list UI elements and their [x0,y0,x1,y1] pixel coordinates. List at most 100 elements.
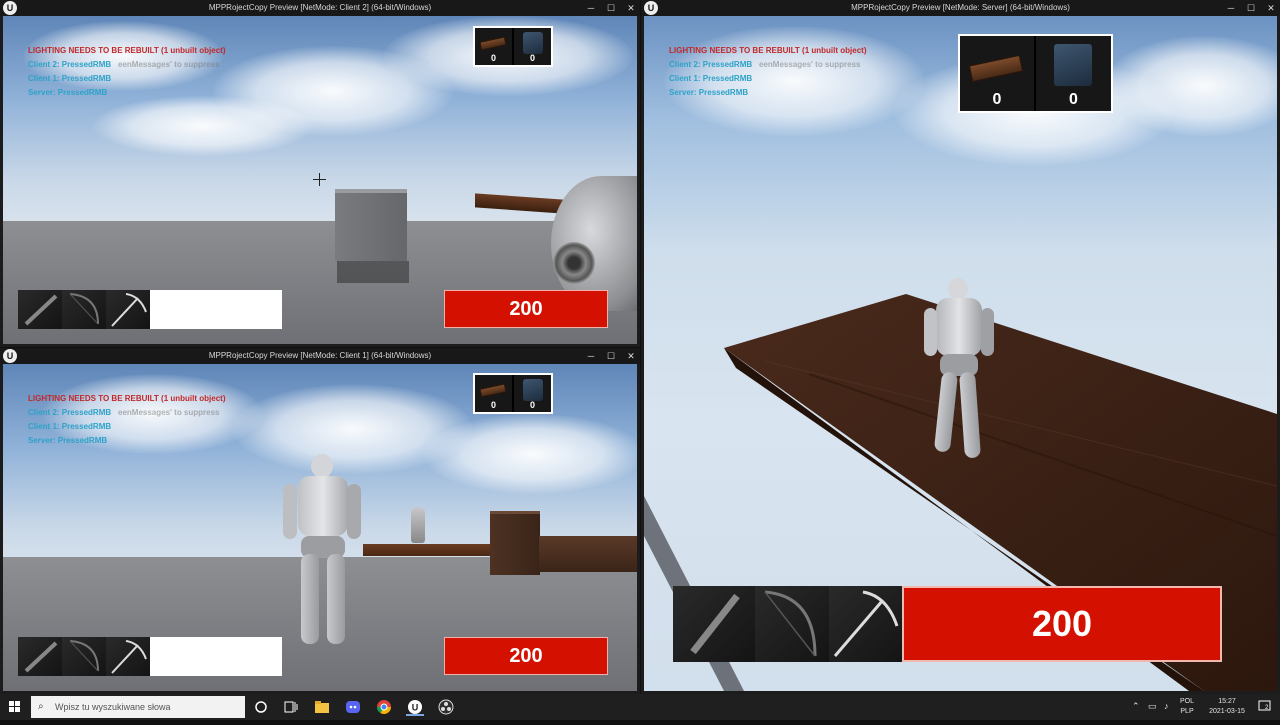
file-explorer-icon[interactable] [313,698,331,716]
inventory-slot-wood[interactable]: 0 [475,28,512,65]
stone-icon [1054,44,1092,86]
cortana-icon[interactable] [252,698,270,716]
network-icon[interactable]: ▭ [1148,701,1157,712]
plank-icon [479,36,507,51]
notification-center-button[interactable]: 2 [1258,700,1272,713]
plank-icon [479,383,507,398]
inventory-slot-stone[interactable]: 0 [514,375,551,412]
gray-cube [335,189,407,261]
sword-icon [690,593,740,655]
debug-line-client1: Client 1: PressedRMB [28,74,112,83]
server-titlebar[interactable]: U MPPRojectCopy Preview [NetMode: Server… [641,0,1280,16]
unreal-engine-icon: U [3,349,17,363]
chevron-up-icon[interactable]: ⌃ [1132,701,1140,712]
hotbar-slot-bow[interactable] [62,637,106,676]
volume-icon[interactable]: ♪ [1164,701,1169,711]
sword-icon [24,641,58,673]
svg-text:U: U [412,703,419,713]
hotbar-slot-bow[interactable] [755,586,829,662]
debug-messages: LIGHTING NEEDS TO BE REBUILT (1 unbuilt … [669,44,866,100]
hotbar-slot-pickaxe[interactable] [829,586,903,662]
debug-messages: LIGHTING NEEDS TO BE REBUILT (1 unbuilt … [28,392,225,448]
discord-icon[interactable] [344,698,362,716]
client1-window: U MPPRojectCopy Preview [NetMode: Client… [0,348,640,694]
maximize-button[interactable]: ☐ [606,348,616,364]
sword-icon [24,294,58,326]
server-viewport[interactable]: LIGHTING NEEDS TO BE REBUILT (1 unbuilt … [644,16,1277,691]
plank-icon [968,54,1024,83]
hotbar-slot-pickaxe[interactable] [106,637,150,676]
search-placeholder: Wpisz tu wyszukiwane słowa [55,702,171,712]
health-bar: 200 [902,586,1222,662]
inventory-slot-stone[interactable]: 0 [1036,36,1111,111]
hotbar-slot-bow[interactable] [62,290,106,329]
windows-taskbar: ⌕ Wpisz tu wyszukiwane słowa U ⌃ ▭ ♪ POL… [0,694,1280,720]
character-eye [553,242,595,284]
task-view-icon[interactable] [282,698,300,716]
clock-time: 15:27 [1218,698,1236,705]
language-indicator[interactable]: POL PLP [1180,697,1194,717]
window-title: MPPRojectCopy Preview [NetMode: Server] … [851,3,1070,12]
weapon-hotbar [18,637,282,676]
stone-count: 0 [1069,91,1078,108]
client2-titlebar[interactable]: U MPPRojectCopy Preview [NetMode: Client… [0,0,640,16]
stone-icon [523,32,543,54]
hotbar-slot-pickaxe[interactable] [106,290,150,329]
inventory-slot-wood[interactable]: 0 [475,375,512,412]
stone-count: 0 [529,53,535,63]
close-button[interactable]: ✕ [626,0,636,16]
obs-icon[interactable] [437,698,455,716]
windows-start-icon [9,701,20,712]
inventory-panel: 0 0 [958,34,1113,113]
wood-count: 0 [490,400,496,410]
cloud [93,96,313,156]
clock-date: 2021-03-15 [1209,708,1245,715]
pickaxe-icon [833,590,899,657]
client1-titlebar[interactable]: U MPPRojectCopy Preview [NetMode: Client… [0,348,640,364]
weapon-hotbar [18,290,282,329]
client1-viewport[interactable]: LIGHTING NEEDS TO BE REBUILT (1 unbuilt … [3,364,637,691]
system-tray: ⌃ ▭ ♪ POL PLP 15:27 2021-03-15 2 [1128,694,1280,720]
bow-icon [764,590,817,657]
player-character [283,454,363,654]
hotbar-empty-area [150,290,282,329]
inventory-slot-stone[interactable]: 0 [514,28,551,65]
unreal-engine-icon[interactable]: U [406,698,424,716]
stone-icon [523,379,543,401]
lighting-warning: LIGHTING NEEDS TO BE REBUILT (1 unbuilt … [669,46,867,55]
debug-line-client2: Client 2: PressedRMB [28,408,112,417]
maximize-button[interactable]: ☐ [1246,0,1256,16]
clock[interactable]: 15:27 2021-03-15 [1204,697,1250,717]
debug-line-client1: Client 1: PressedRMB [669,74,753,83]
health-bar: 200 [444,637,608,675]
close-button[interactable]: ✕ [626,348,636,364]
hotbar-empty-area [150,637,282,676]
debug-ghost-text: eenMessages' to suppress [118,60,220,69]
minimize-button[interactable]: ─ [1226,0,1236,16]
stone-count: 0 [529,400,535,410]
hotbar-slot-sword[interactable] [673,586,755,662]
maximize-button[interactable]: ☐ [606,0,616,16]
unreal-engine-icon: U [3,1,17,15]
debug-line-server: Server: PressedRMB [28,88,108,97]
hotbar-slot-sword[interactable] [18,637,62,676]
debug-messages: LIGHTING NEEDS TO BE REBUILT (1 unbuilt … [28,44,225,100]
inventory-slot-wood[interactable]: 0 [960,36,1034,111]
wooden-crate [490,511,540,575]
inventory-panel: 0 0 [473,26,553,67]
inventory-panel: 0 0 [473,373,553,414]
client2-viewport[interactable]: LIGHTING NEEDS TO BE REBUILT (1 unbuilt … [3,16,637,344]
pickaxe-icon [111,293,147,327]
start-button[interactable] [0,694,30,720]
debug-line-server: Server: PressedRMB [669,88,749,97]
minimize-button[interactable]: ─ [586,348,596,364]
server-window: U MPPRojectCopy Preview [NetMode: Server… [641,0,1280,694]
chrome-icon[interactable] [375,698,393,716]
hotbar-slot-sword[interactable] [18,290,62,329]
debug-line-client1: Client 1: PressedRMB [28,422,112,431]
wood-count: 0 [992,91,1002,108]
close-button[interactable]: ✕ [1266,0,1276,16]
minimize-button[interactable]: ─ [586,0,596,16]
taskbar-search-box[interactable]: ⌕ Wpisz tu wyszukiwane słowa [31,696,245,718]
debug-ghost-text: eenMessages' to suppress [118,408,220,417]
